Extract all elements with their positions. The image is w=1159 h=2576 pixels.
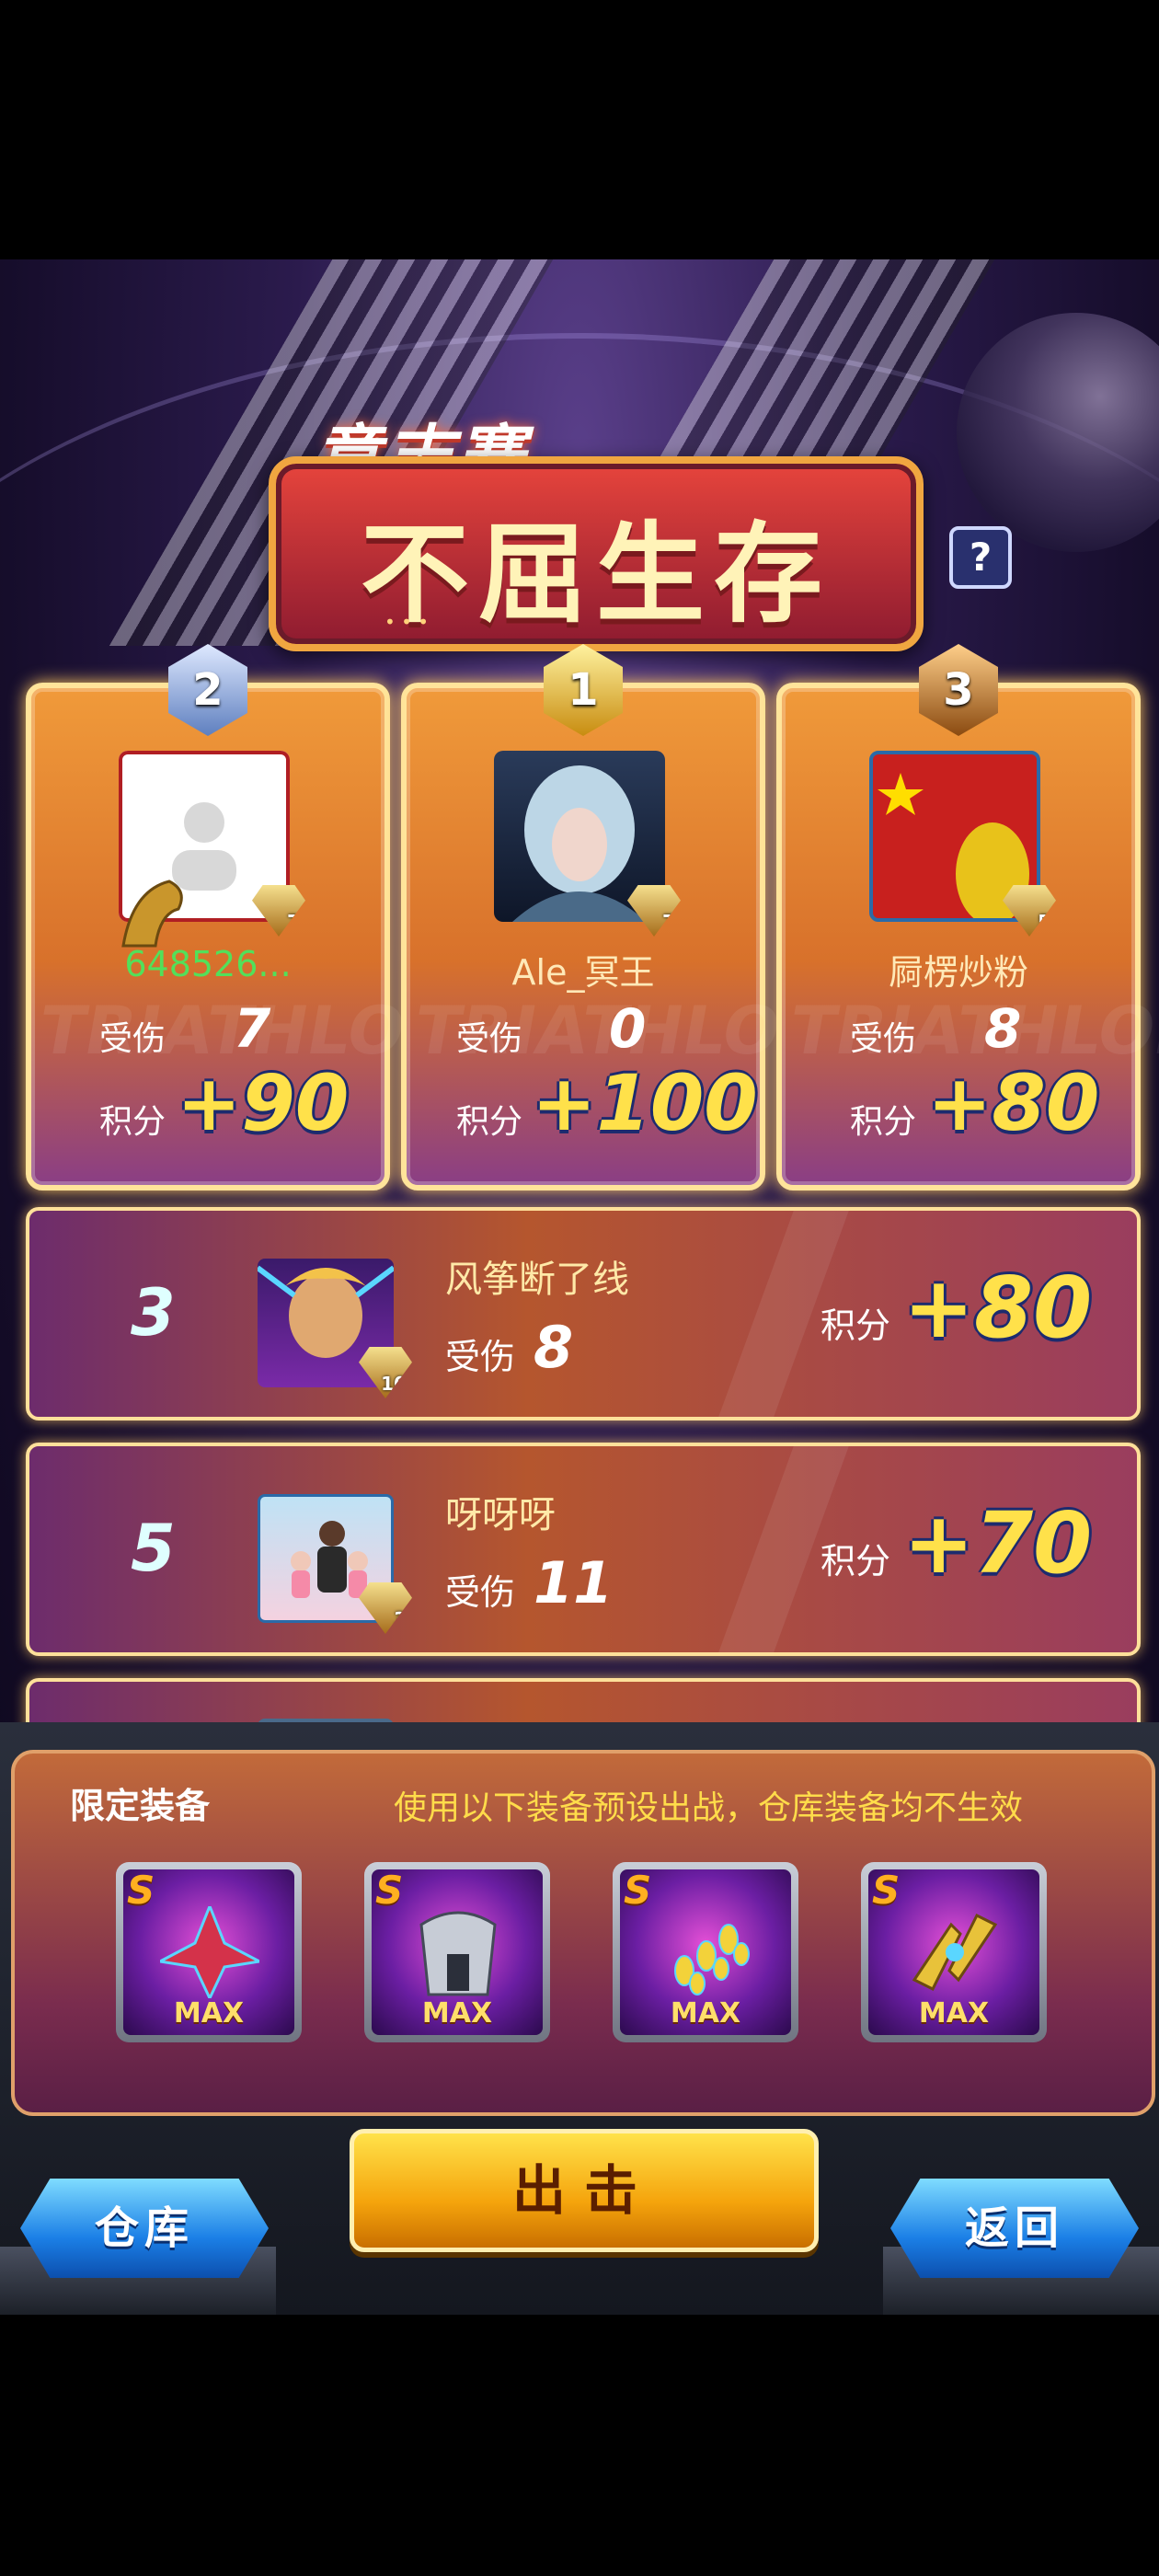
golden-horse-frame-icon: [121, 880, 183, 948]
event-title: 不屈生存: [360, 511, 832, 638]
damage-value: 0: [609, 997, 647, 1060]
equipment-description: 使用以下装备预设出战，仓库装备均不生效: [394, 1789, 1024, 1827]
missile-pods-icon: [674, 1924, 750, 1995]
podium-card-second[interactable]: TRIATHLON 2 7 648526... 受伤 7 积分 +90: [26, 644, 466, 1190]
ranking-row[interactable]: 5 3 呀呀呀 受伤 11 积分 +70: [26, 1443, 1141, 1656]
grade-label: S: [127, 1869, 155, 1913]
damage-label: 受伤: [445, 1572, 516, 1613]
equipment-title: 限定装备: [70, 1786, 211, 1826]
score-label: 积分: [99, 1103, 166, 1141]
player-name: 648526...: [124, 944, 292, 984]
podium-card-third[interactable]: TRIATHLON 3 5 屙楞炒粉 受伤 8 积分 +80: [776, 644, 1159, 1190]
attack-button[interactable]: 出击: [350, 2129, 819, 2252]
score-value: +90: [177, 1058, 350, 1148]
score-label: 积分: [820, 1305, 891, 1346]
vip-rank-badge-icon: 7: [627, 885, 681, 937]
grade-label: S: [624, 1869, 652, 1913]
vip-rank-badge-icon: 7: [252, 885, 305, 937]
rank-number: 3: [131, 1275, 176, 1351]
level-label: MAX: [421, 1997, 493, 2030]
grade-label: S: [375, 1869, 404, 1913]
vip-rank-badge-icon: 3: [359, 1582, 412, 1634]
player-name: 呀呀呀: [445, 1494, 556, 1536]
gold-wings-icon: [912, 1913, 998, 1992]
player-name: Ale_冥王: [511, 952, 655, 993]
player-name: 屙楞炒粉: [888, 952, 1028, 993]
event-title-plate: 不屈生存 • • •: [269, 456, 924, 651]
warehouse-button[interactable]: 仓库: [20, 2179, 269, 2278]
game-screen: 意志赛 不屈生存 • • • ? TRIATHLON 2 7 648526...…: [0, 259, 1159, 2315]
back-button[interactable]: 返回: [890, 2179, 1139, 2278]
fighter-ship-icon: [160, 1906, 259, 1998]
level-label: MAX: [670, 1997, 741, 2030]
rank-medal-icon: 3: [912, 644, 1004, 736]
player-name: 风筝断了线: [445, 1259, 629, 1301]
equipment-slot[interactable]: S MAX: [613, 1862, 798, 2042]
score-value: +100: [532, 1058, 758, 1148]
damage-value: 8: [534, 1314, 574, 1381]
damage-label: 受伤: [445, 1337, 516, 1377]
damage-label: 受伤: [99, 1020, 166, 1058]
help-button[interactable]: ?: [949, 526, 1012, 589]
level-label: MAX: [918, 1997, 990, 2030]
equipment-slot[interactable]: S MAX: [116, 1862, 302, 2042]
score-value: +70: [903, 1494, 1093, 1593]
score-value: +80: [927, 1058, 1100, 1148]
ranking-row[interactable]: 3 10 风筝断了线 受伤 8 积分 +80: [26, 1207, 1141, 1420]
armor-helmet-icon: [419, 1911, 497, 1996]
grade-label: S: [872, 1869, 901, 1913]
level-label: MAX: [173, 1997, 245, 2030]
vip-rank-badge-icon: 10: [359, 1347, 412, 1398]
rank-number: 5: [131, 1511, 176, 1586]
damage-value: 11: [534, 1549, 614, 1616]
rank-medal-icon: 2: [162, 644, 254, 736]
rank-medal-icon: 1: [537, 644, 629, 736]
damage-label: 受伤: [456, 1020, 523, 1058]
score-label: 积分: [456, 1103, 523, 1141]
equipment-slot[interactable]: S MAX: [861, 1862, 1047, 2042]
score-value: +80: [903, 1259, 1093, 1357]
score-label: 积分: [820, 1541, 891, 1581]
damage-value: 7: [234, 997, 271, 1060]
podium-card-first[interactable]: TRIATHLON 1 7 Ale_冥王 受伤 0 积分 +100: [401, 644, 842, 1190]
equipment-slot[interactable]: S MAX: [364, 1862, 550, 2042]
score-label: 积分: [850, 1103, 917, 1141]
title-dots: • • •: [384, 611, 430, 633]
damage-value: 8: [984, 997, 1022, 1060]
damage-label: 受伤: [850, 1020, 917, 1058]
vip-rank-badge-icon: 5: [1003, 885, 1056, 937]
